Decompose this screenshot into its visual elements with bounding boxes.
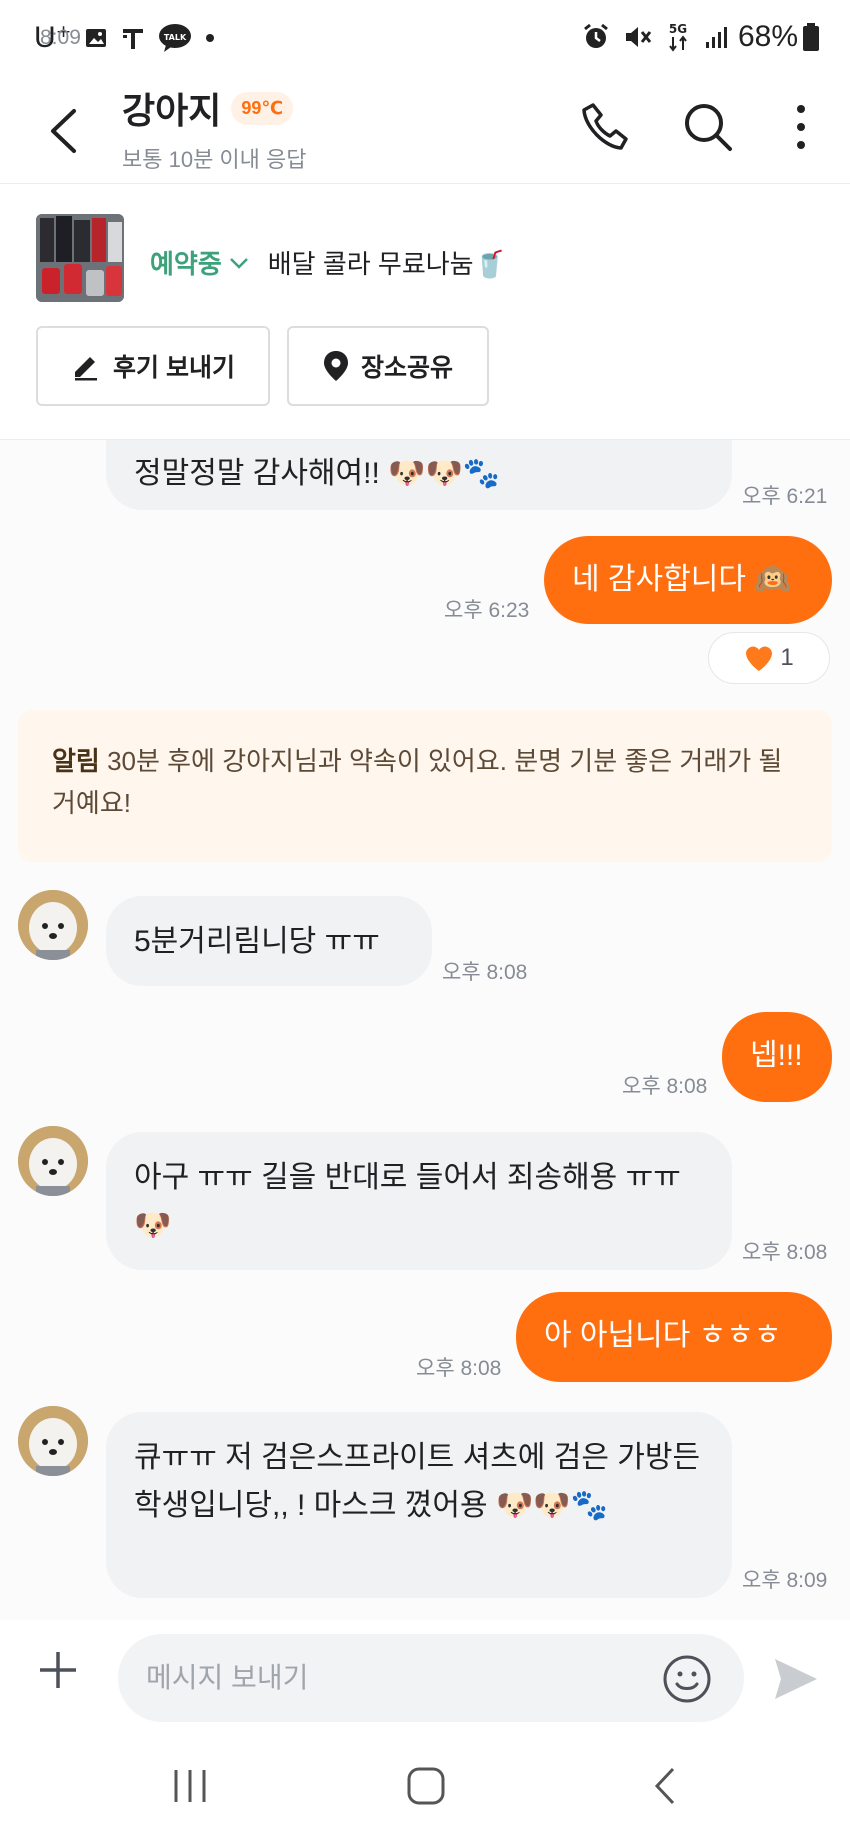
reservation-status[interactable]: 예약중	[150, 244, 222, 281]
signal-icon	[704, 24, 730, 50]
search-button[interactable]	[677, 96, 739, 158]
phone-icon	[582, 103, 628, 150]
incoming-message[interactable]: 5분거리림니당 ㅠㅠ	[106, 896, 432, 986]
plus-icon	[40, 1652, 76, 1688]
location-pin-icon	[323, 350, 349, 382]
manner-temperature-badge: 99℃	[231, 91, 294, 125]
home-button[interactable]	[404, 1760, 448, 1812]
send-button[interactable]	[772, 1656, 820, 1702]
outgoing-message[interactable]: 넵!!!	[722, 1012, 832, 1102]
back-button[interactable]	[40, 98, 86, 164]
call-button[interactable]	[574, 96, 636, 158]
appointment-notice: 알림 30분 후에 강아지님과 약속이 있어요. 분명 기분 좋은 거래가 될 …	[18, 710, 832, 862]
system-nav-bar	[0, 1730, 850, 1842]
notification-dot-icon	[204, 32, 216, 44]
chevron-down-icon[interactable]	[228, 256, 250, 270]
t-app-icon	[120, 25, 146, 51]
attach-button[interactable]	[36, 1648, 80, 1692]
reaction-count: 1	[780, 644, 794, 671]
emoji-button[interactable]	[662, 1654, 712, 1704]
smiley-icon	[663, 1655, 711, 1703]
more-button[interactable]	[770, 96, 832, 158]
outgoing-message[interactable]: 네 감사합니다 🙉	[544, 536, 832, 624]
recent-apps-icon	[174, 1770, 206, 1802]
message-text: 정말정말 감사해여!! 🐶🐶🐾	[134, 457, 501, 490]
send-icon	[775, 1659, 817, 1699]
send-review-label: 후기 보내기	[113, 354, 235, 382]
reaction-badge[interactable]: 1	[708, 632, 830, 684]
message-time: 오후 8:08	[442, 961, 528, 984]
chat-area[interactable]: 정말정말 감사해여!! 🐶🐶🐾 오후 6:21 오후 6:23 네 감사합니다 …	[0, 440, 850, 1620]
message-time: 오후 8:08	[416, 1357, 502, 1380]
status-time: 8:09	[40, 25, 81, 49]
orange-heart-icon	[744, 644, 774, 672]
message-time: 오후 6:21	[742, 485, 828, 508]
message-time: 오후 8:09	[742, 1569, 828, 1592]
avatar[interactable]	[18, 890, 88, 960]
outgoing-message[interactable]: 아 아닙니다 ㅎㅎㅎ	[516, 1292, 832, 1382]
message-text: 5분거리림니당 ㅠㅠ	[134, 925, 380, 958]
battery-label: 68%	[737, 20, 798, 53]
battery-icon	[802, 22, 820, 52]
incoming-message[interactable]: 아구 ㅠㅠ 길을 반대로 들어서 죄송해용 ㅠㅠ 🐶	[106, 1132, 732, 1270]
svg-text:TALK: TALK	[163, 33, 186, 42]
avatar[interactable]	[18, 1406, 88, 1476]
message-text: 아 아닙니다 ㅎㅎㅎ	[544, 1319, 782, 1352]
message-time: 오후 8:08	[742, 1241, 828, 1264]
gallery-icon	[84, 26, 108, 50]
kakaotalk-icon: TALK	[158, 23, 192, 53]
nav-back-button[interactable]	[650, 1760, 680, 1812]
product-row: 예약중 배달 콜라 무료나눔🥤	[150, 244, 506, 281]
chat-header: 강아지 99℃ 보통 10분 이내 응답	[0, 80, 850, 184]
product-title[interactable]: 배달 콜라 무료나눔🥤	[268, 244, 506, 281]
alarm-icon	[582, 23, 610, 51]
send-review-button[interactable]: 후기 보내기	[36, 326, 270, 406]
message-text: 큐ㅠㅠ 저 검은스프라이트 셔츠에 검은 가방든 학생입니당,, ! 마스크 꼈…	[134, 1441, 701, 1522]
message-composer	[0, 1620, 850, 1730]
page-title: 강아지	[122, 90, 222, 131]
avatar[interactable]	[18, 1126, 88, 1196]
nav-back-icon	[654, 1767, 675, 1805]
incoming-message[interactable]: 정말정말 감사해여!! 🐶🐶🐾	[106, 440, 732, 510]
product-thumbnail[interactable]	[36, 214, 124, 302]
message-text: 아구 ㅠㅠ 길을 반대로 들어서 죄송해용 ㅠㅠ 🐶	[134, 1161, 681, 1242]
status-right: 5G 68%	[570, 20, 820, 54]
share-location-button[interactable]: 장소공유	[287, 326, 489, 406]
status-bar: U⁺ 8:09 TALK 5G 68%	[0, 0, 850, 80]
incoming-message[interactable]: 큐ㅠㅠ 저 검은스프라이트 셔츠에 검은 가방든 학생입니당,, ! 마스크 꼈…	[106, 1412, 732, 1598]
message-time: 오후 6:23	[444, 599, 530, 622]
title-area: 강아지 99℃ 보통 10분 이내 응답	[122, 82, 307, 174]
recent-apps-button[interactable]	[168, 1760, 212, 1812]
message-time: 오후 8:08	[622, 1075, 708, 1098]
notice-label: 알림	[52, 746, 100, 776]
response-time-label: 보통 10분 이내 응답	[122, 147, 307, 172]
home-icon	[407, 1767, 445, 1805]
message-text: 넵!!!	[750, 1039, 803, 1072]
message-text: 네 감사합니다 🙉	[572, 563, 792, 596]
more-vertical-icon	[797, 105, 805, 149]
notice-text: 30분 후에 강아지님과 약속이 있어요. 분명 기분 좋은 거래가 될 거예요…	[52, 746, 783, 818]
svg-text:5G: 5G	[669, 22, 687, 36]
mute-icon	[622, 23, 652, 51]
product-info: 예약중 배달 콜라 무료나눔🥤 후기 보내기 장소공유	[0, 184, 850, 440]
pencil-icon	[71, 351, 101, 381]
share-location-label: 장소공유	[360, 354, 453, 382]
back-arrow-icon	[51, 109, 76, 153]
search-icon	[685, 104, 732, 151]
message-input[interactable]	[118, 1634, 744, 1722]
status-left: U⁺ 8:09 TALK	[34, 20, 216, 55]
network-5g-icon: 5G	[664, 21, 692, 53]
